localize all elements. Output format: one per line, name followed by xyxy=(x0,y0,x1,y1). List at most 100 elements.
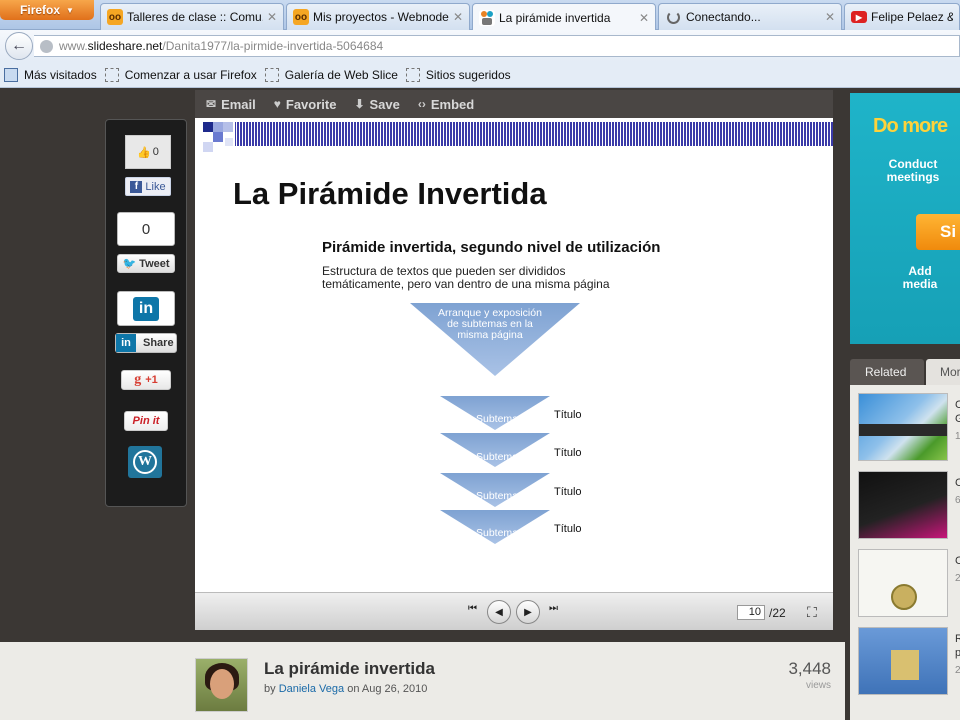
slide-title: La Pirámide Invertida xyxy=(233,176,547,211)
save-button[interactable]: ⬇ Save xyxy=(354,97,399,112)
bookmark-label: Comenzar a usar Firefox xyxy=(124,67,257,82)
back-button[interactable]: ← xyxy=(5,32,33,60)
page-number-input[interactable]: 10 xyxy=(737,605,765,620)
author-link[interactable]: Daniela Vega xyxy=(279,683,344,695)
related-item[interactable]: C 2 xyxy=(850,541,960,617)
avatar[interactable] xyxy=(195,658,248,712)
browser-tab[interactable]: oo Talleres de clase :: Comu... ✕ xyxy=(100,3,284,30)
browser-tab[interactable]: Conectando... ✕ xyxy=(658,3,842,30)
subtema-label: Subtema xyxy=(475,490,519,502)
bookmark-label: Sitios sugeridos xyxy=(425,67,511,82)
slide-header-band xyxy=(203,122,833,152)
facebook-like-button[interactable]: f Like xyxy=(125,177,171,196)
firefox-menu-button[interactable]: Firefox ▼ xyxy=(0,0,94,20)
related-thumbnail xyxy=(858,393,948,461)
embed-label: Embed xyxy=(430,96,475,112)
facebook-like-label: Like xyxy=(145,180,166,193)
tweet-button[interactable]: 🐦 Tweet xyxy=(117,254,175,273)
last-slide-icon[interactable]: ⏭ xyxy=(549,603,558,614)
tweet-count: 0 xyxy=(117,212,175,246)
email-label: Email xyxy=(221,96,256,112)
facebook-like-count: 👍 0 xyxy=(125,135,171,169)
bookmark-item[interactable]: Más visitados xyxy=(4,67,97,82)
linkedin-share-button[interactable]: in Share xyxy=(115,333,177,353)
google-plus-label: +1 xyxy=(145,374,158,386)
email-button[interactable]: ✉ Email xyxy=(206,97,256,112)
wordpress-button[interactable]: W xyxy=(128,446,162,478)
google-plus-button[interactable]: g +1 xyxy=(121,370,171,390)
pin-it-button[interactable]: Pin it xyxy=(124,411,168,431)
tweet-label: Tweet xyxy=(139,257,170,270)
envelope-icon: ✉ xyxy=(206,97,217,111)
loading-spinner-icon xyxy=(667,10,680,24)
pyramid-top-text: Arranque y exposición de subtemas en la … xyxy=(438,307,542,341)
close-icon[interactable]: ✕ xyxy=(639,11,649,25)
document-meta: by Daniela Vega on Aug 26, 2010 xyxy=(264,683,427,695)
bookmark-item[interactable]: Comenzar a usar Firefox xyxy=(104,67,257,82)
linkedin-icon: in xyxy=(133,296,159,321)
youtube-favicon-icon: ▶ xyxy=(851,11,867,23)
related-item[interactable]: C 6 xyxy=(850,463,960,539)
related-title: C xyxy=(955,477,960,489)
related-list: C G 1 C 6 C 2 R p 2 xyxy=(850,385,960,720)
bookmarks-bar: Más visitados Comenzar a usar Firefox Ga… xyxy=(0,62,960,88)
bookmark-item[interactable]: Galería de Web Slice xyxy=(264,67,398,82)
globe-icon xyxy=(40,39,53,53)
related-thumbnail xyxy=(858,471,948,539)
facebook-icon: f xyxy=(130,180,143,193)
embed-button[interactable]: ‹› Embed xyxy=(418,97,474,112)
related-item[interactable]: R p 2 xyxy=(850,619,960,695)
slide-subtitle: Pirámide invertida, segundo nivel de uti… xyxy=(322,239,661,256)
favorite-button[interactable]: ♥ Favorite xyxy=(274,97,337,112)
bookmark-label: Galería de Web Slice xyxy=(284,67,398,82)
close-icon[interactable]: ✕ xyxy=(267,10,277,24)
tab-related[interactable]: Related xyxy=(850,359,924,385)
bookmark-folder-icon xyxy=(4,67,18,82)
titulo-label: Título xyxy=(554,409,582,421)
related-tabs: Related Mor xyxy=(850,359,960,385)
close-icon[interactable]: ✕ xyxy=(825,10,835,24)
ad-signup-button[interactable]: Si xyxy=(916,214,960,250)
related-views: 2 xyxy=(955,573,960,584)
browser-tab[interactable]: ▶ Felipe Pelaez & M xyxy=(844,3,960,30)
linkedin-count-box: in xyxy=(117,291,175,326)
fullscreen-icon[interactable]: ⛶ xyxy=(807,604,817,621)
tab-more[interactable]: Mor xyxy=(926,359,960,385)
linkedin-share-label: Share xyxy=(143,337,174,349)
related-title: C xyxy=(955,399,960,411)
firefox-menu-label: Firefox xyxy=(20,3,61,17)
url-bar[interactable]: www. slideshare.net/Danita1977/la-pirmide… xyxy=(34,35,960,57)
tab-label: Mis proyectos - Webnode xyxy=(313,10,449,24)
ad-headline: Do more xyxy=(873,115,948,137)
thumbs-up-icon: 👍 xyxy=(137,146,151,159)
related-item[interactable]: C G 1 xyxy=(850,385,960,461)
close-icon[interactable]: ✕ xyxy=(453,10,463,24)
owl-favicon-icon: oo xyxy=(107,9,123,25)
views-count: 3,448 xyxy=(788,659,831,678)
heart-icon: ♥ xyxy=(273,97,281,111)
url-prefix: www. xyxy=(59,39,88,53)
share-sidebar: 👍 0 f Like 0 🐦 Tweet in in Share g +1 Pi… xyxy=(105,119,187,507)
related-title-line2: p xyxy=(955,647,960,659)
subtema-label: Subtema xyxy=(475,451,519,463)
navigation-bar: www. slideshare.net/Danita1977/la-pirmide… xyxy=(0,30,960,62)
browser-tab-active[interactable]: La pirámide invertida ✕ xyxy=(472,3,656,31)
first-slide-icon[interactable]: ⏮ xyxy=(468,603,477,614)
bookmark-item[interactable]: Sitios sugeridos xyxy=(405,67,511,82)
url-path: /Danita1977/la-pirmide-invertida-5064684 xyxy=(162,39,384,53)
owl-favicon-icon: oo xyxy=(293,9,309,25)
browser-tab-bar: Firefox ▼ oo Talleres de clase :: Comu..… xyxy=(0,0,960,31)
related-title: R xyxy=(955,633,960,645)
next-slide-button[interactable]: ▶ xyxy=(516,600,540,624)
back-arrow-icon: ← xyxy=(11,37,27,54)
meta-by: by xyxy=(264,683,276,695)
slide-viewer[interactable]: La Pirámide Invertida Pirámide invertida… xyxy=(195,118,833,592)
related-views: 6 xyxy=(955,495,960,506)
previous-slide-button[interactable]: ◀ xyxy=(487,600,511,624)
advertisement[interactable]: Do more Conduct meetings Si Add media xyxy=(850,93,960,344)
wordpress-icon: W xyxy=(133,450,157,474)
browser-tab[interactable]: oo Mis proyectos - Webnode ✕ xyxy=(286,3,470,30)
upload-date: Aug 26, 2010 xyxy=(361,683,428,695)
avatar-face xyxy=(210,669,234,699)
slideshare-favicon-icon xyxy=(479,9,495,26)
